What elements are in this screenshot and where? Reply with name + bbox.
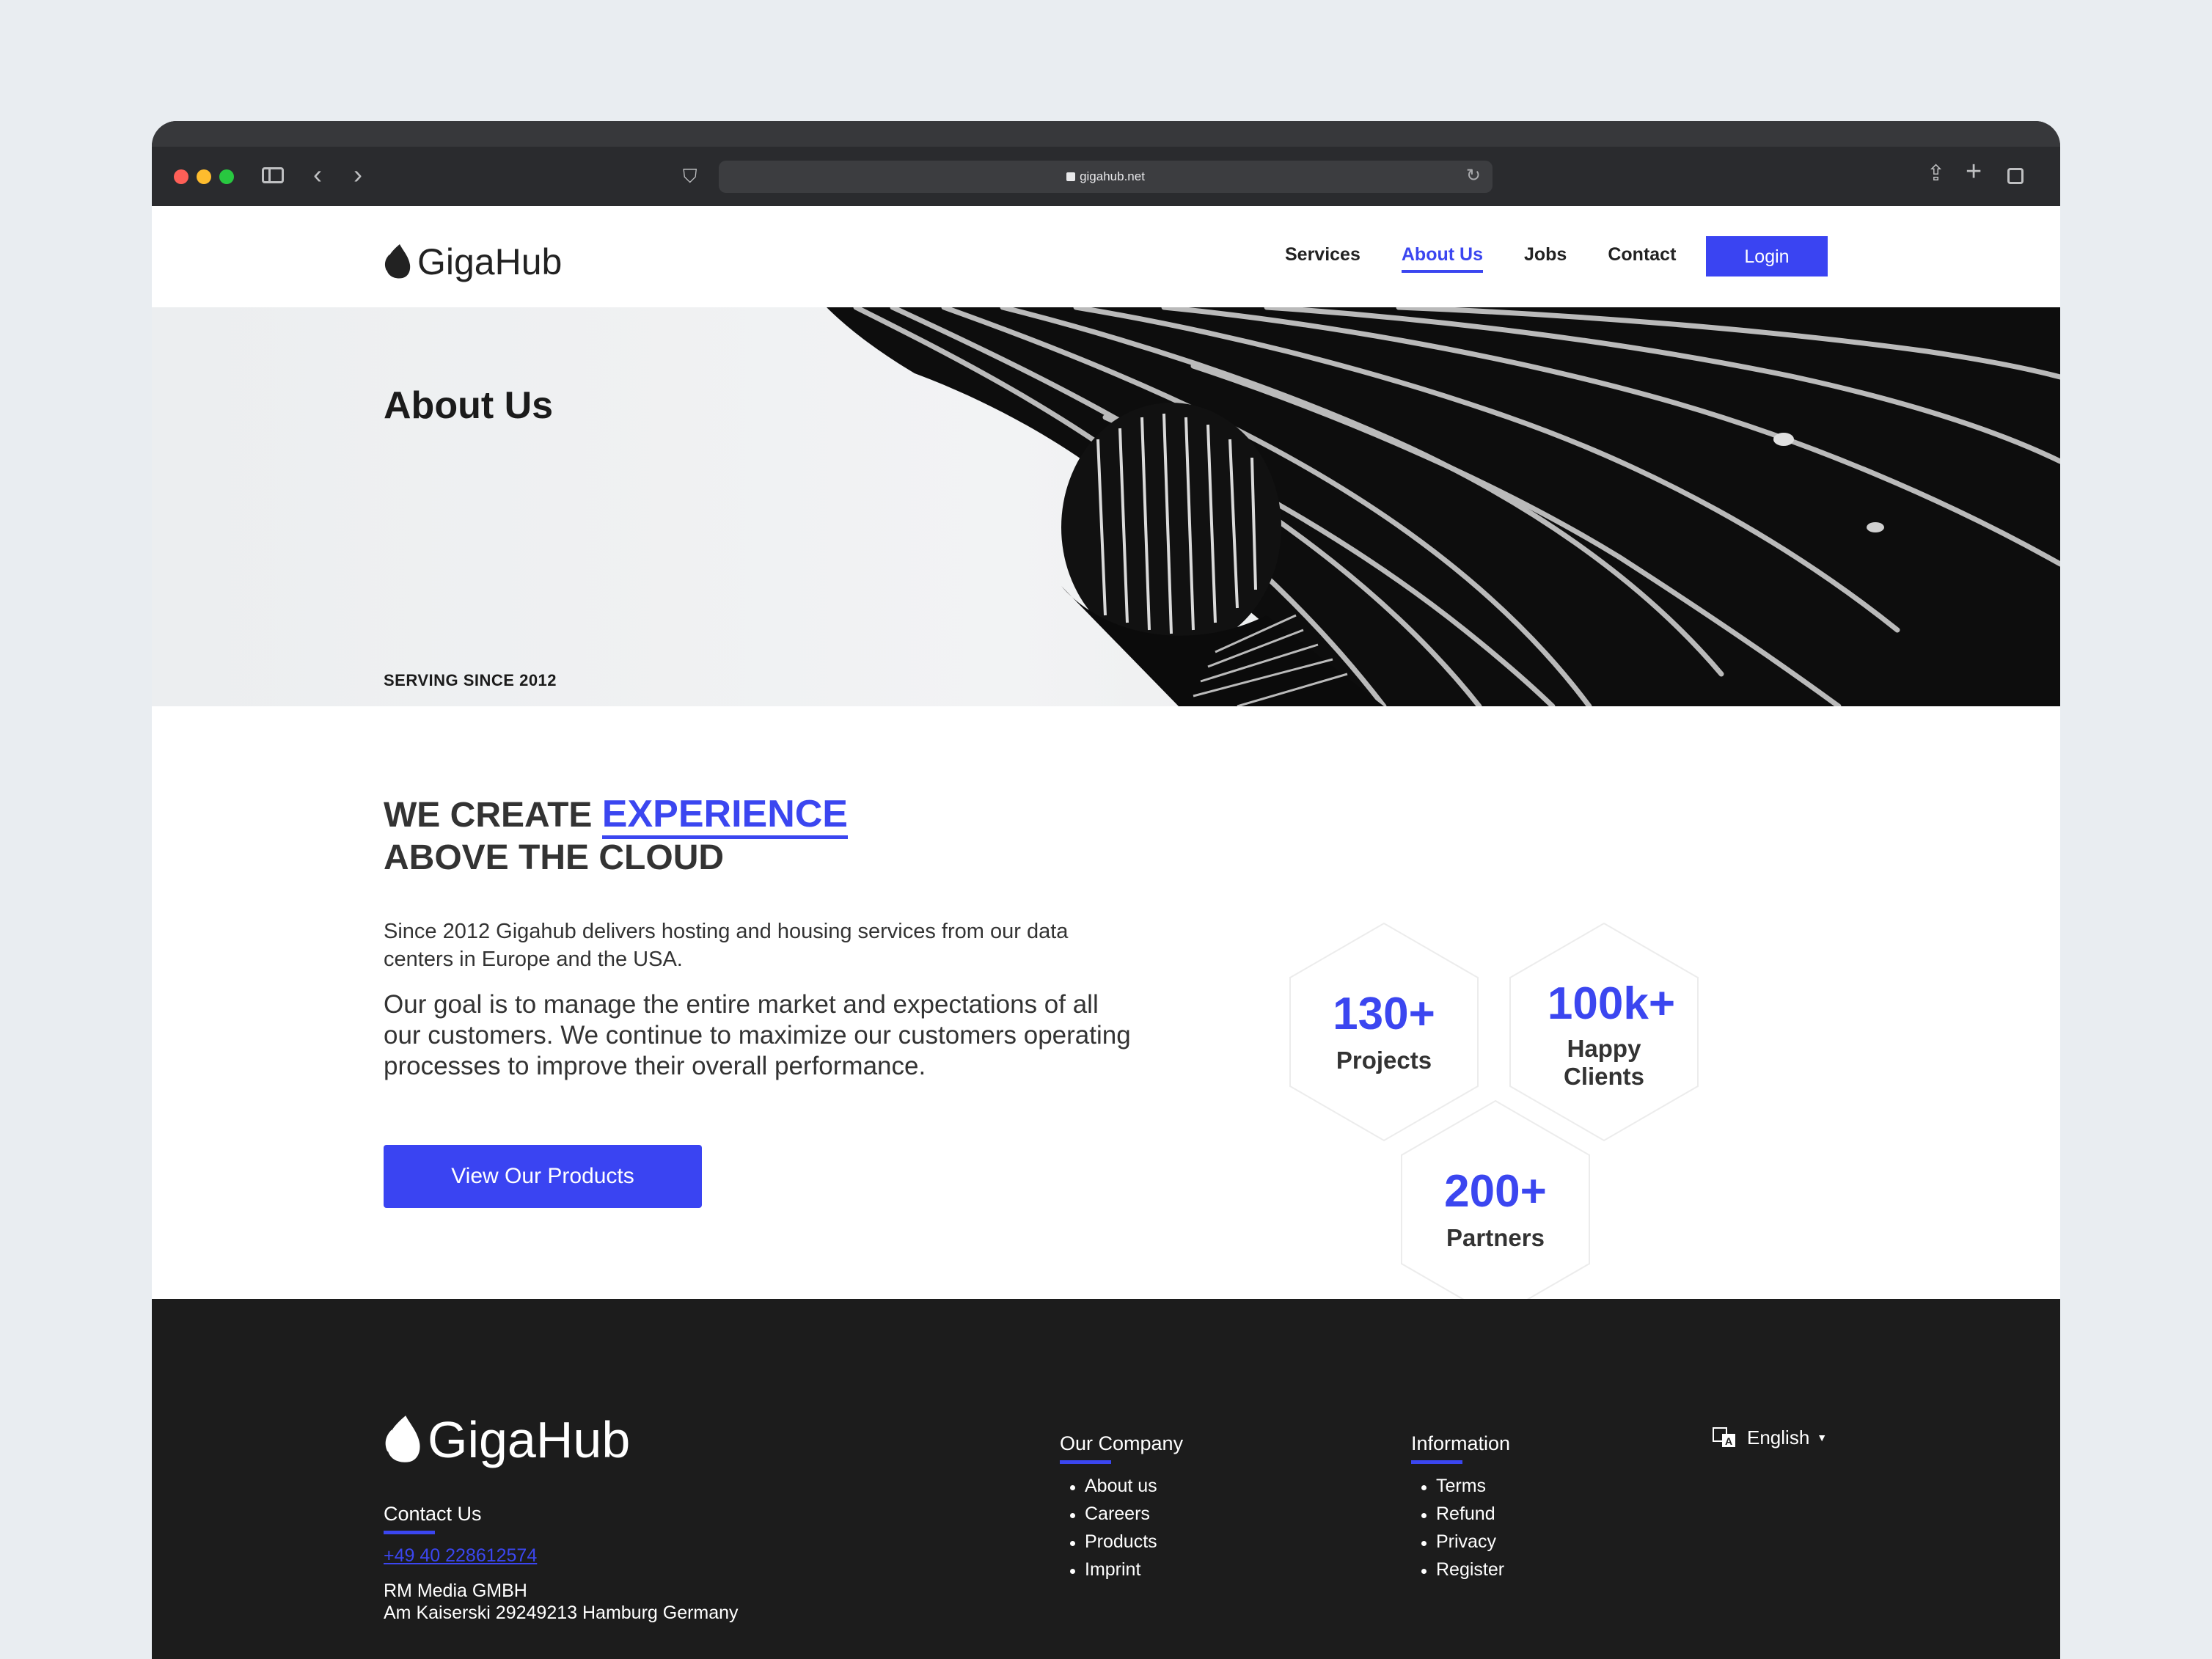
nav-contact[interactable]: Contact — [1608, 244, 1676, 265]
minimize-window-button[interactable] — [197, 169, 211, 184]
footer-link-refund[interactable]: Refund — [1411, 1500, 1504, 1528]
company-name: RM Media GMBH — [384, 1581, 527, 1601]
translate-icon: A — [1713, 1427, 1735, 1447]
logo-text: GigaHub — [417, 241, 563, 282]
footer-logo[interactable]: GigaHub — [384, 1410, 630, 1469]
footer-logo-text: GigaHub — [428, 1411, 631, 1468]
our-company-links: About us Careers Products Imprint — [1060, 1472, 1157, 1583]
address-bar[interactable]: gigahub.net ↻ — [719, 161, 1493, 193]
tab-overview-icon[interactable] — [2007, 168, 2024, 184]
stat-value: 130+ — [1333, 989, 1435, 1039]
spiral-staircase-image — [152, 307, 2060, 706]
headline-line2: ABOVE THE CLOUD — [384, 838, 725, 877]
new-tab-icon[interactable]: + — [1966, 158, 1982, 186]
site-logo[interactable]: GigaHub — [384, 240, 562, 284]
language-selector[interactable]: A English ▼ — [1712, 1425, 1827, 1450]
footer-link-careers[interactable]: Careers — [1060, 1500, 1157, 1528]
our-company-heading: Our Company — [1060, 1432, 1184, 1464]
footer-link-imprint[interactable]: Imprint — [1060, 1556, 1157, 1583]
title-bar — [152, 121, 2060, 147]
footer-link-terms[interactable]: Terms — [1411, 1472, 1504, 1500]
chevron-down-icon: ▼ — [1817, 1432, 1828, 1443]
browser-window: ‹ › ⛉ gigahub.net ↻ ⇪ + GigaHub Services… — [152, 121, 2060, 1659]
stat-label: Partners — [1446, 1224, 1545, 1251]
footer-link-about[interactable]: About us — [1060, 1472, 1157, 1500]
contact-heading: Contact Us — [384, 1503, 482, 1534]
nav-about-us[interactable]: About Us — [1401, 244, 1484, 273]
stat-value: 200+ — [1444, 1166, 1547, 1217]
page-title: About Us — [384, 384, 554, 427]
browser-toolbar: ‹ › ⛉ gigahub.net ↻ ⇪ + — [152, 121, 2060, 206]
nav-jobs[interactable]: Jobs — [1524, 244, 1567, 265]
site-footer: GigaHub Contact Us +49 40 228612574 RM M… — [152, 1299, 2060, 1659]
footer-link-products[interactable]: Products — [1060, 1528, 1157, 1556]
login-button[interactable]: Login — [1706, 236, 1828, 276]
nav-services[interactable]: Services — [1285, 244, 1360, 265]
company-address: Am Kaiserski 29249213 Hamburg Germany — [384, 1603, 739, 1623]
headline-prefix: WE CREATE — [384, 796, 593, 835]
headline-accent: EXPERIENCE — [601, 793, 848, 839]
leaf-logo-icon — [384, 244, 411, 279]
back-icon[interactable]: ‹ — [313, 161, 322, 188]
about-section: WE CREATE EXPERIENCE ABOVE THE CLOUD Sin… — [152, 706, 2060, 1319]
hero-tagline: SERVING SINCE 2012 — [384, 671, 557, 689]
phone-link[interactable]: +49 40 228612574 — [384, 1545, 537, 1567]
view-products-button[interactable]: View Our Products — [384, 1145, 702, 1208]
forward-icon[interactable]: › — [354, 161, 362, 188]
footer-link-privacy[interactable]: Privacy — [1411, 1528, 1504, 1556]
privacy-shield-icon[interactable]: ⛉ — [683, 165, 697, 187]
goal-paragraph: Our goal is to manage the entire market … — [384, 990, 1131, 1080]
intro-paragraph: Since 2012 Gigahub delivers hosting and … — [384, 920, 1069, 971]
information-heading: Information — [1411, 1432, 1511, 1464]
share-icon[interactable]: ⇪ — [1927, 163, 1945, 185]
stat-partners: 200+ Partners — [1401, 1099, 1590, 1319]
zoom-window-button[interactable] — [219, 169, 234, 184]
hero-banner: About Us SERVING SINCE 2012 — [152, 307, 2060, 706]
footer-link-register[interactable]: Register — [1411, 1556, 1504, 1583]
information-links: Terms Refund Privacy Register — [1411, 1472, 1504, 1583]
lock-icon — [1066, 172, 1076, 181]
address-text-wrap: gigahub.net — [719, 161, 1493, 193]
reload-icon[interactable]: ↻ — [1466, 165, 1481, 186]
url-text: gigahub.net — [1080, 169, 1145, 183]
sidebar-toggle-icon[interactable] — [262, 167, 284, 183]
main-nav: Services About Us Jobs Contact — [1285, 244, 1717, 273]
language-label: English — [1747, 1426, 1810, 1449]
site-header: GigaHub Services About Us Jobs Contact L… — [152, 206, 2060, 307]
section-headline: WE CREATE EXPERIENCE ABOVE THE CLOUD — [384, 793, 848, 879]
leaf-logo-icon — [385, 1416, 420, 1462]
stat-label-line2: Clients — [1563, 1063, 1645, 1090]
stat-label: Projects — [1336, 1047, 1432, 1074]
svg-text:A: A — [1725, 1435, 1732, 1447]
stat-label-line1: Happy — [1567, 1035, 1641, 1062]
stat-value: 100k+ — [1547, 978, 1676, 1029]
close-window-button[interactable] — [174, 169, 188, 184]
